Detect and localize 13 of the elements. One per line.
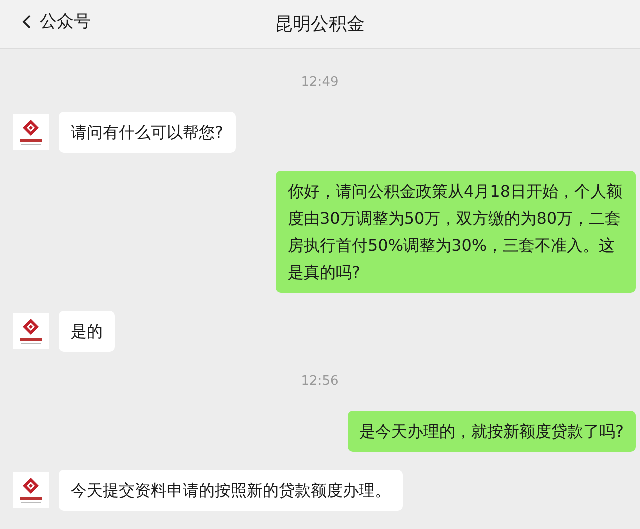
- received-message: 请问有什么可以帮您?: [59, 112, 236, 153]
- timestamp: 12:49: [301, 75, 339, 90]
- avatar-logo-icon: [13, 114, 49, 150]
- avatar-logo-icon: [13, 472, 49, 508]
- received-message: 是的: [59, 311, 115, 352]
- sent-message: 是今天办理的，就按新额度贷款了吗?: [348, 411, 636, 452]
- sent-message: 你好，请问公积金政策从4月18日开始，个人额度由30万调整为50万，双方缴的为80万，二套房执行首付50%调整为30%，三套不准入。这是真的吗?: [276, 171, 636, 293]
- avatar-logo-icon: [13, 313, 49, 349]
- back-button[interactable]: 公众号: [18, 6, 95, 37]
- timestamp: 12:56: [301, 374, 339, 389]
- back-icon: [22, 14, 32, 30]
- received-message: 今天提交资料申请的按照新的贷款额度办理。: [59, 470, 403, 511]
- chat-title: 昆明公积金: [275, 13, 365, 36]
